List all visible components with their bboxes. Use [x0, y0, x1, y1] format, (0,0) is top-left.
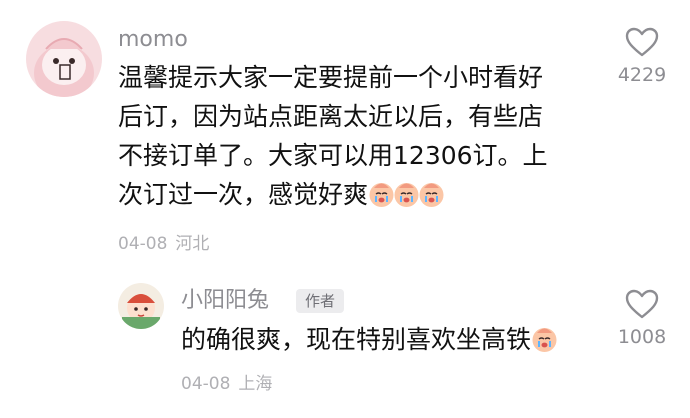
avatar-image — [118, 283, 164, 329]
reply-meta: 04-08 上海 — [181, 374, 272, 394]
reply-like-button[interactable]: 1008 — [607, 288, 677, 348]
comment-text: 温馨提示大家一定要提前一个小时看好 后订，因为站点距离太近以后，有些店 不接订单… — [118, 58, 548, 214]
reply-date: 04-08 — [181, 374, 231, 394]
reply-text: 的确很爽，现在特别喜欢坐高铁 — [181, 320, 558, 359]
crying-face-emoji — [368, 181, 395, 208]
comment-text-line: 后订，因为站点距离太近以后，有些店 — [118, 102, 544, 131]
comment-text-line-last: 次订过一次，感觉好爽 — [118, 175, 548, 214]
author-badge: 作者 — [296, 289, 345, 313]
crying-face-emoji — [418, 181, 445, 208]
comment-date: 04-08 — [118, 234, 168, 254]
reply-username[interactable]: 小阳阳兔 — [181, 288, 269, 314]
comment-text-line: 温馨提示大家一定要提前一个小时看好 — [118, 63, 544, 92]
crying-face-emoji — [393, 181, 420, 208]
comment-username[interactable]: momo — [118, 27, 188, 53]
avatar-image — [26, 21, 102, 97]
comment-item: momo 温馨提示大家一定要提前一个小时看好 后订，因为站点距离太近以后，有些店… — [0, 0, 690, 270]
reply-item: 小阳阳兔 作者 的确很爽，现在特别喜欢坐高铁 04-08 上海 1008 — [0, 270, 690, 418]
reply-text-line: 的确很爽，现在特别喜欢坐高铁 — [181, 320, 558, 359]
comment-meta: 04-08 河北 — [118, 234, 209, 254]
heart-icon — [625, 27, 659, 57]
reply-text-content: 的确很爽，现在特别喜欢坐高铁 — [181, 325, 532, 354]
comment-text-line: 不接订单了。大家可以用12306订。上 — [118, 141, 548, 170]
like-count: 4229 — [617, 64, 667, 86]
reply-like-count: 1008 — [617, 326, 667, 348]
reply-location: 上海 — [238, 374, 273, 394]
avatar[interactable] — [26, 21, 102, 97]
heart-icon — [625, 289, 659, 319]
crying-face-emoji — [531, 326, 558, 353]
like-button[interactable]: 4229 — [607, 26, 677, 86]
reply-avatar[interactable] — [118, 283, 164, 329]
comment-text-line: 次订过一次，感觉好爽 — [118, 180, 369, 209]
comment-location: 河北 — [175, 234, 210, 254]
